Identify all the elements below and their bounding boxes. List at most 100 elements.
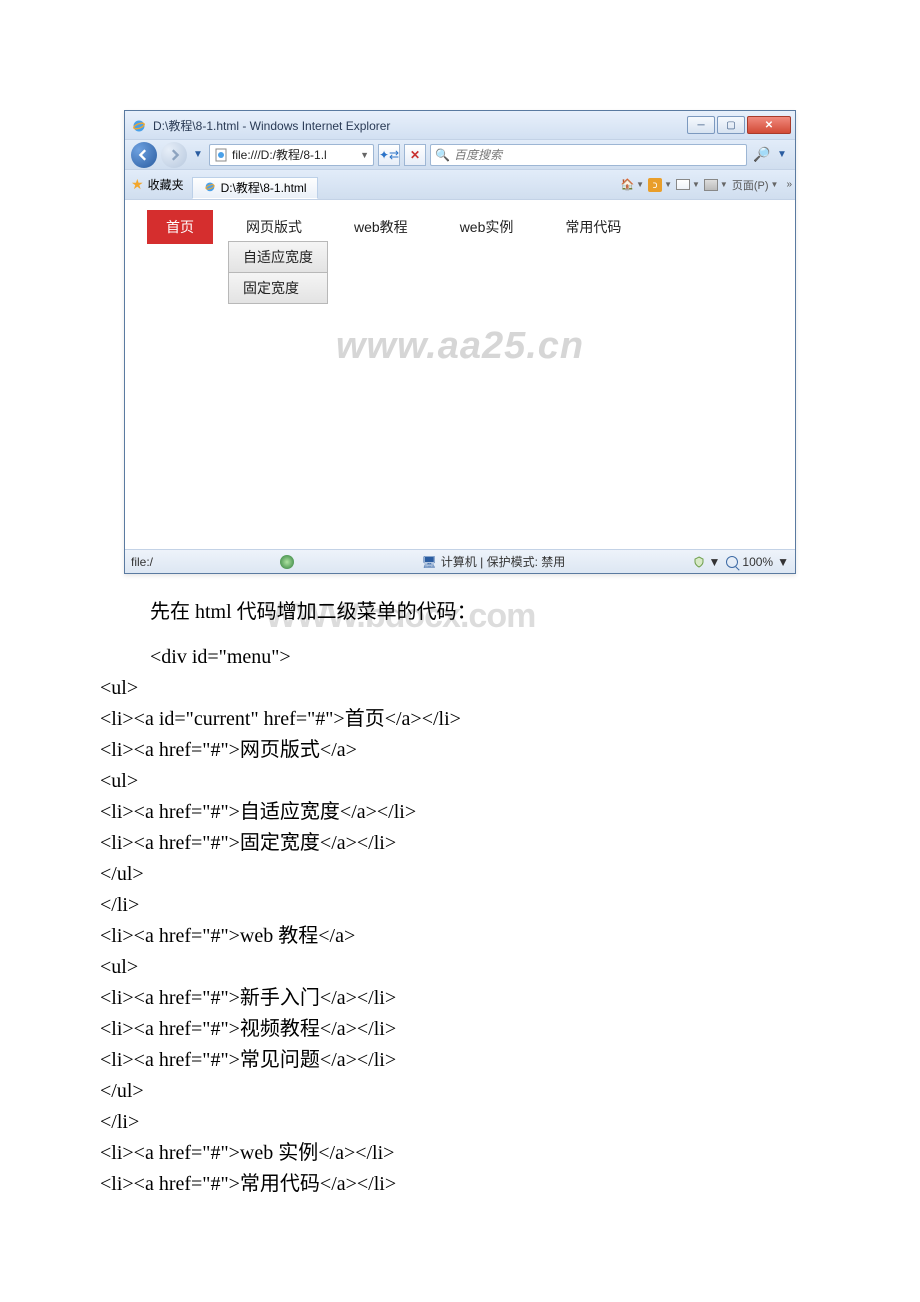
page-menu-label: 页面(P) — [732, 177, 769, 193]
chevron-down-icon[interactable]: ▼ — [709, 555, 721, 569]
zoom-value: 100% — [742, 555, 773, 569]
nav-home-label: 首页 — [166, 219, 194, 235]
status-zone: 🖥 计算机 | 保护模式: 禁用 — [422, 553, 566, 570]
print-button[interactable]: ▼ — [704, 179, 728, 191]
active-tab[interactable]: D:\教程\8-1.html — [192, 177, 318, 199]
tab-title: D:\教程\8-1.html — [221, 179, 307, 196]
search-placeholder: 百度搜索 — [454, 146, 502, 163]
star-icon: ★ — [131, 176, 144, 193]
watermark-aa25: www.aa25.cn — [336, 325, 584, 368]
ie-icon — [131, 117, 147, 133]
nav-examples-label: web实例 — [460, 219, 514, 235]
code-block: <div id="menu"> <ul> <li><a id="current"… — [100, 642, 820, 1200]
code-line: <ul> — [100, 952, 820, 983]
site-nav: 首页 网页版式 自适应宽度 固定宽度 web教程 web实例 常用代码 — [125, 200, 795, 244]
code-line: </li> — [100, 1107, 820, 1138]
code-line: <li><a href="#">视频教程</a></li> — [100, 1014, 820, 1045]
search-input[interactable]: 🔍 百度搜索 — [430, 144, 747, 166]
code-line: <li><a href="#">常用代码</a></li> — [100, 1169, 820, 1200]
ie-window: D:\教程\8-1.html - Windows Internet Explor… — [124, 110, 796, 574]
window-buttons: ─ ▢ ✕ — [687, 116, 791, 134]
mail-icon — [676, 179, 690, 190]
print-icon — [704, 179, 718, 191]
nav-examples[interactable]: web实例 — [441, 210, 533, 244]
chevron-down-icon[interactable]: ▼ — [720, 180, 728, 189]
zoom-icon — [726, 556, 738, 568]
nav-layout[interactable]: 网页版式 自适应宽度 固定宽度 — [227, 210, 321, 244]
window-title: D:\教程\8-1.html - Windows Internet Explor… — [153, 117, 687, 134]
status-bar: file:/ 🖥 计算机 | 保护模式: 禁用 ▼ 100% ▼ — [125, 549, 795, 573]
computer-icon: 🖥 — [422, 555, 437, 569]
minimize-button[interactable]: ─ — [687, 116, 715, 134]
code-line: <div id="menu"> — [100, 642, 820, 673]
nav-tutorial-label: web教程 — [354, 219, 408, 235]
status-mode-text: 计算机 | 保护模式: 禁用 — [441, 553, 565, 570]
close-button[interactable]: ✕ — [747, 116, 791, 134]
internet-icon — [280, 555, 294, 569]
more-tools-button[interactable]: » — [786, 179, 789, 190]
article-body: WWW.bdocx.com 先在 html 代码增加二级菜单的代码： <div … — [100, 594, 820, 1200]
code-line: <li><a href="#">网页版式</a> — [100, 735, 820, 766]
code-line: <ul> — [100, 673, 820, 704]
favorites-label: 收藏夹 — [148, 176, 184, 193]
page-menu-button[interactable]: 页面(P)▼ — [732, 177, 779, 193]
favorites-bar: ★ 收藏夹 D:\教程\8-1.html 🏠▼ כ▼ ▼ ▼ 页面(P)▼ » — [125, 169, 795, 199]
page-icon — [214, 148, 228, 162]
forward-button[interactable] — [161, 142, 187, 168]
title-bar: D:\教程\8-1.html - Windows Internet Explor… — [125, 111, 795, 139]
refresh-button[interactable]: ✦⇄ — [378, 144, 400, 166]
code-line: </li> — [100, 890, 820, 921]
submenu-fixed[interactable]: 固定宽度 — [228, 272, 328, 304]
code-line: <ul> — [100, 766, 820, 797]
search-go-button[interactable]: 🔎 — [753, 146, 771, 164]
nav-layout-label: 网页版式 — [246, 219, 302, 235]
submenu-layout: 自适应宽度 固定宽度 — [228, 241, 328, 304]
paragraph-intro: WWW.bdocx.com 先在 html 代码增加二级菜单的代码： — [100, 594, 820, 630]
zoom-control[interactable]: 100% ▼ — [726, 555, 789, 569]
address-bar-row: ▼ file:///D:/教程/8-1.l ▼ ✦⇄ ✕ 🔍 百度搜索 🔎 ▼ — [125, 139, 795, 169]
back-button[interactable] — [131, 142, 157, 168]
nav-history-dropdown[interactable]: ▼ — [191, 148, 205, 162]
status-left: file:/ — [131, 555, 153, 569]
chevron-down-icon[interactable]: ▼ — [771, 180, 779, 189]
mail-button[interactable]: ▼ — [676, 179, 700, 190]
code-line: <li><a id="current" href="#">首页</a></li> — [100, 704, 820, 735]
shield-icon — [693, 556, 705, 568]
chevron-down-icon[interactable]: ▼ — [636, 180, 644, 189]
code-line: <li><a href="#">新手入门</a></li> — [100, 983, 820, 1014]
rss-icon: כ — [648, 178, 662, 192]
code-line: <li><a href="#">固定宽度</a></li> — [100, 828, 820, 859]
code-line: <li><a href="#">常见问题</a></li> — [100, 1045, 820, 1076]
command-bar: 🏠▼ כ▼ ▼ ▼ 页面(P)▼ » — [620, 177, 789, 193]
chevron-down-icon[interactable]: ▼ — [692, 180, 700, 189]
maximize-button[interactable]: ▢ — [717, 116, 745, 134]
search-icon: 🔍 — [435, 148, 450, 162]
code-line: </ul> — [100, 859, 820, 890]
home-icon: 🏠 — [620, 178, 634, 191]
code-line: <li><a href="#">自适应宽度</a></li> — [100, 797, 820, 828]
globe-icon — [280, 555, 294, 569]
favorites-button[interactable]: ★ 收藏夹 — [131, 176, 184, 193]
code-line: </ul> — [100, 1076, 820, 1107]
nav-tutorial[interactable]: web教程 — [335, 210, 427, 244]
page-viewport: 首页 网页版式 自适应宽度 固定宽度 web教程 web实例 常用代码 www.… — [125, 199, 795, 549]
stop-button[interactable]: ✕ — [404, 144, 426, 166]
chevron-down-icon[interactable]: ▼ — [360, 150, 369, 160]
security-indicator[interactable]: ▼ — [693, 555, 721, 569]
chevron-down-icon[interactable]: ▼ — [664, 180, 672, 189]
address-text: file:///D:/教程/8-1.l — [232, 146, 360, 163]
address-input[interactable]: file:///D:/教程/8-1.l ▼ — [209, 144, 374, 166]
chevron-down-icon[interactable]: ▼ — [777, 555, 789, 569]
stop-icon: ✕ — [410, 148, 420, 162]
home-button[interactable]: 🏠▼ — [620, 178, 644, 191]
intro-text: 先在 html 代码增加二级菜单的代码： — [150, 601, 477, 623]
refresh-icon: ✦⇄ — [379, 148, 399, 162]
tab-favicon — [203, 179, 217, 196]
nav-home[interactable]: 首页 — [147, 210, 213, 244]
search-dropdown[interactable]: ▼ — [775, 148, 789, 162]
rss-button[interactable]: כ▼ — [648, 178, 672, 192]
code-line: <li><a href="#">web 实例</a></li> — [100, 1138, 820, 1169]
nav-code[interactable]: 常用代码 — [546, 210, 640, 244]
code-line: <li><a href="#">web 教程</a> — [100, 921, 820, 952]
submenu-adaptive[interactable]: 自适应宽度 — [228, 241, 328, 272]
